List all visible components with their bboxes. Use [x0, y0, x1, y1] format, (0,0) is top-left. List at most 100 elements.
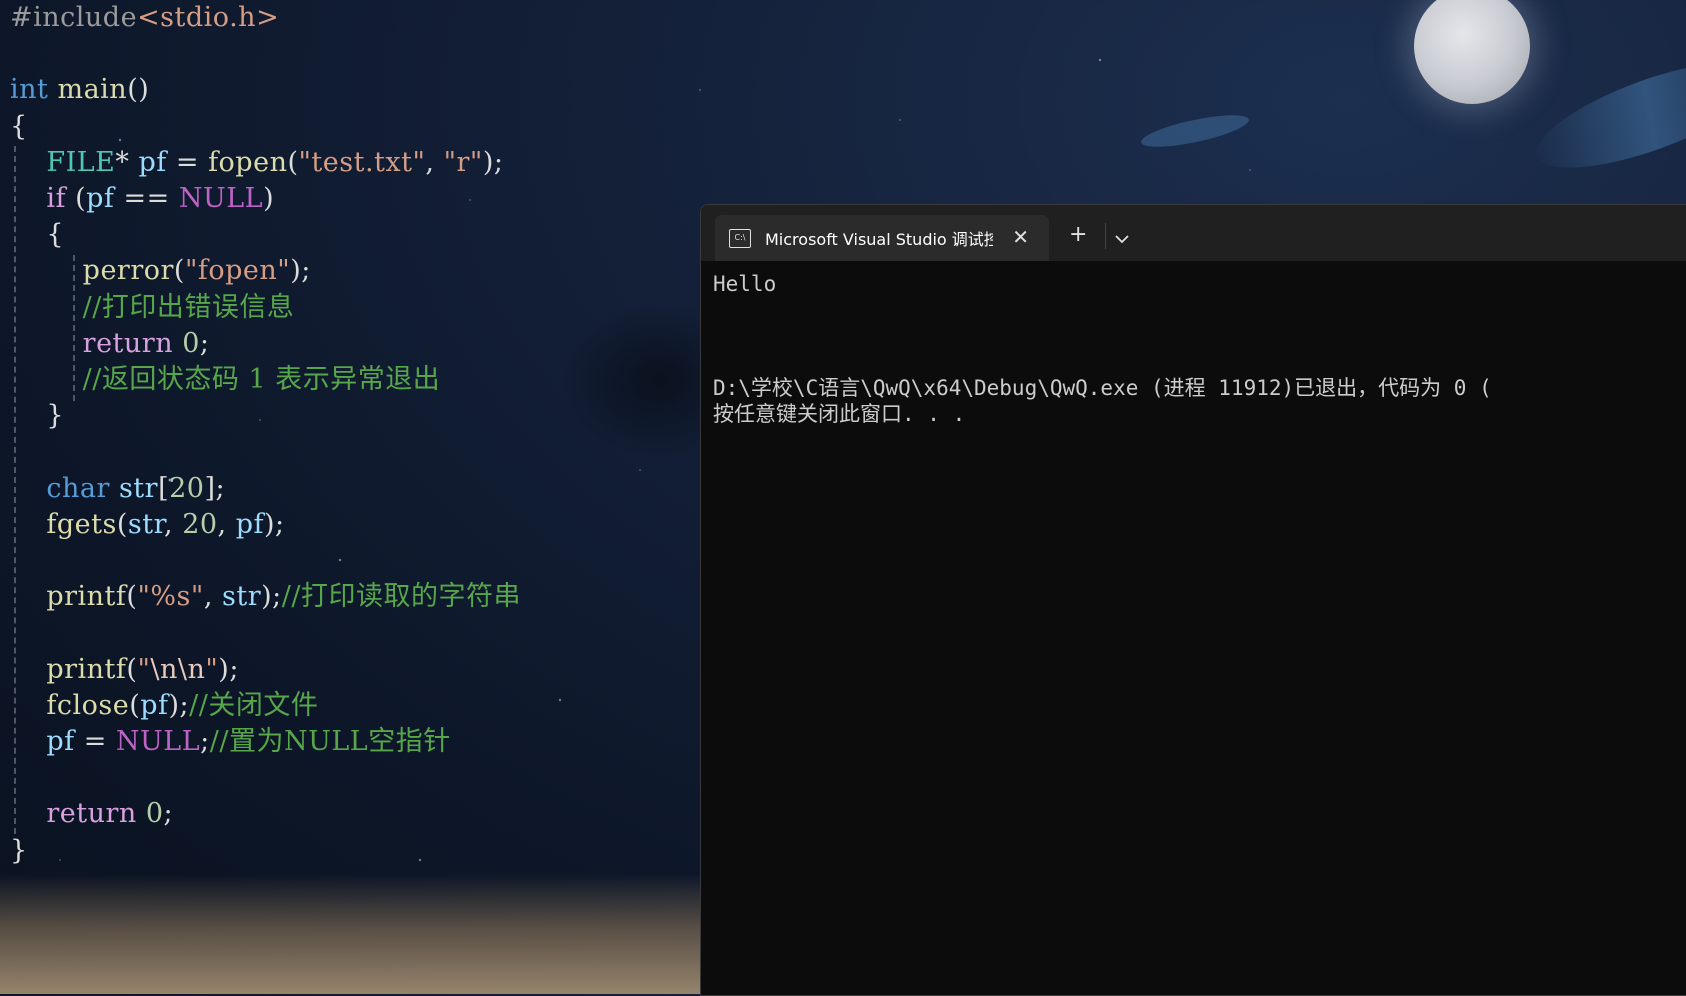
code-token: str: [118, 472, 159, 504]
code-token: perror: [82, 255, 174, 287]
cloud-image: [1525, 41, 1686, 189]
code-token: NULL: [115, 726, 201, 757]
code-token: 20: [182, 508, 218, 540]
moon-image: [1414, 0, 1530, 104]
ground-foliage-image: [0, 874, 760, 994]
code-line: //打印出错误信息: [10, 290, 294, 326]
code-token: //打印出错误信息: [82, 291, 295, 323]
code-token: "%s": [137, 581, 204, 613]
terminal-output[interactable]: Hello D:\学校\C语言\QwQ\x64\Debug\QwQ.exe (进…: [713, 271, 1492, 427]
code-token: if: [46, 183, 66, 214]
terminal-output-line: Hello: [713, 272, 777, 296]
code-token: "test.txt": [298, 146, 426, 178]
code-line: #include<stdio.h>: [10, 0, 279, 36]
code-token: }: [10, 834, 28, 866]
code-line: {: [10, 217, 64, 253]
code-line: FILE* pf = fopen("test.txt", "r");: [10, 145, 503, 181]
code-token: ": [137, 653, 151, 685]
code-token: (: [287, 146, 299, 178]
new-tab-button[interactable]: +: [1069, 222, 1087, 247]
code-line: fclose(pf);//关闭文件: [10, 688, 318, 724]
code-token: main: [57, 74, 128, 106]
code-token: printf: [46, 581, 127, 613]
code-token: ,: [425, 146, 444, 178]
code-token: "fopen": [184, 255, 291, 287]
code-token: (: [173, 255, 185, 287]
code-token: //置为NULL空指针: [209, 726, 451, 757]
terminal-tab-title: Microsoft Visual Studio 调试控: [765, 230, 993, 249]
code-token: ,: [164, 508, 183, 540]
code-token: ": [205, 653, 219, 685]
code-line: fgets(str, 20, pf);: [10, 507, 285, 543]
code-token: pf: [86, 183, 115, 214]
code-line: int main(): [10, 72, 149, 108]
code-token: \n\n: [150, 653, 206, 685]
code-token: ==: [114, 183, 179, 214]
code-line: }: [10, 398, 64, 434]
code-token: (: [65, 183, 87, 214]
code-token: fgets: [46, 508, 117, 540]
code-line: perror("fopen");: [10, 253, 311, 289]
tab-separator: [1105, 223, 1106, 249]
code-token: ];: [204, 472, 226, 504]
code-token: );: [482, 146, 504, 178]
code-line: return 0;: [10, 796, 173, 832]
code-token: =: [74, 726, 116, 757]
code-token: <stdio.h>: [137, 2, 280, 33]
code-token: ;: [163, 798, 174, 830]
cloud-image: [1138, 108, 1252, 154]
code-token: return: [46, 798, 137, 830]
terminal-tab[interactable]: C:\ Microsoft Visual Studio 调试控 ✕: [715, 215, 1049, 261]
chevron-down-icon[interactable]: [1115, 229, 1129, 248]
code-token: *: [115, 146, 139, 178]
code-token: #include: [10, 2, 138, 33]
terminal-window: C:\ Microsoft Visual Studio 调试控 ✕ + Hell…: [700, 204, 1686, 996]
code-token: (: [126, 653, 138, 685]
code-token: ,: [203, 581, 222, 613]
code-token: "r": [443, 146, 483, 178]
code-token: pf: [140, 689, 169, 721]
code-token: }: [10, 400, 65, 432]
code-line: }: [10, 833, 28, 869]
console-icon: C:\: [729, 228, 751, 248]
code-token: str: [127, 508, 165, 540]
code-token: (: [116, 508, 128, 540]
code-token: 0: [145, 798, 164, 830]
code-line: pf = NULL;//置为NULL空指针: [10, 724, 451, 760]
code-line: printf("\n\n");: [10, 652, 239, 688]
code-token: ): [263, 183, 275, 214]
code-token: pf: [46, 726, 75, 757]
code-token: fclose: [46, 689, 130, 721]
code-token: (: [126, 581, 138, 613]
code-token: [: [158, 472, 170, 504]
code-token: ,: [217, 508, 236, 540]
code-token: //返回状态码 1 表示异常退出: [82, 364, 441, 395]
code-token: {: [10, 110, 28, 142]
code-line: return 0;: [10, 326, 209, 362]
code-token: );: [290, 255, 311, 287]
code-token: ;: [199, 327, 210, 359]
code-token: str: [221, 581, 262, 613]
code-token: pf: [235, 508, 264, 540]
code-token: {: [10, 219, 65, 251]
close-icon[interactable]: ✕: [1012, 225, 1029, 249]
code-line: char str[20];: [10, 471, 225, 507]
code-token: (: [129, 689, 141, 721]
code-line: //返回状态码 1 表示异常退出: [10, 362, 440, 398]
code-line: if (pf == NULL): [10, 181, 274, 217]
